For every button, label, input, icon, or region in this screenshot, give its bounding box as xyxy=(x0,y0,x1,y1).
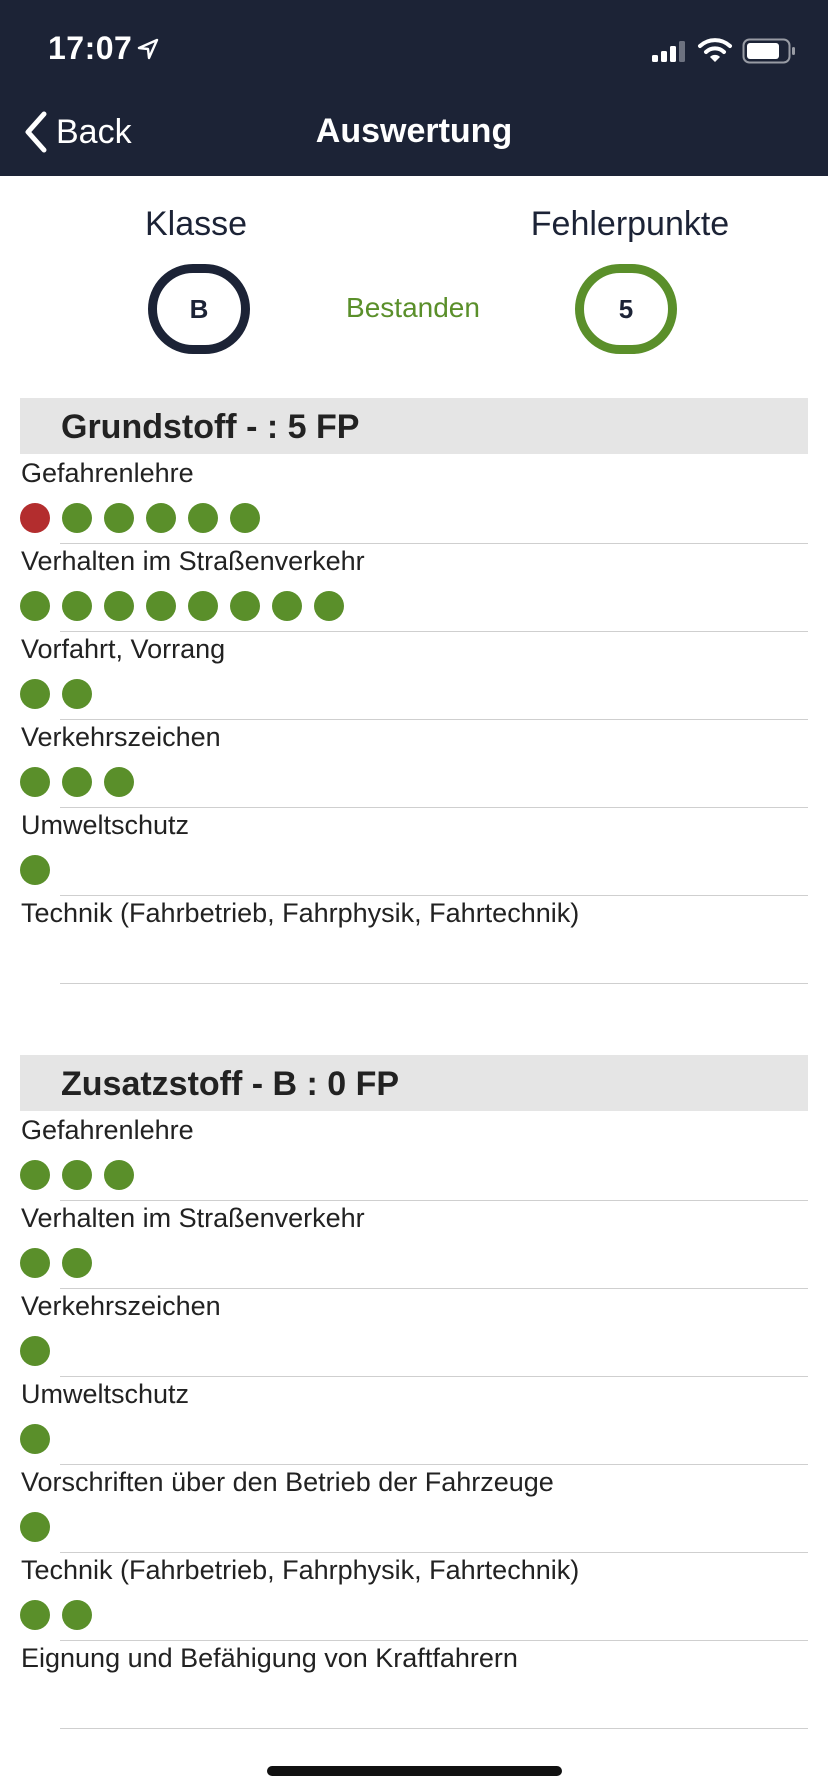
correct-answer-dot[interactable] xyxy=(104,503,134,533)
correct-answer-dot[interactable] xyxy=(314,591,344,621)
category-row: Vorschriften über den Betrieb der Fahrze… xyxy=(0,1464,828,1552)
correct-answer-dot[interactable] xyxy=(62,591,92,621)
question-results xyxy=(20,591,356,621)
correct-answer-dot[interactable] xyxy=(104,1160,134,1190)
battery-icon xyxy=(742,38,795,64)
category-row: Verhalten im Straßenverkehr xyxy=(0,543,828,631)
correct-answer-dot[interactable] xyxy=(62,767,92,797)
category-row: Umweltschutz xyxy=(0,1376,828,1464)
error-points-label: Fehlerpunkte xyxy=(530,205,730,243)
correct-answer-dot[interactable] xyxy=(20,679,50,709)
correct-answer-dot[interactable] xyxy=(104,767,134,797)
category-row: Eignung und Befähigung von Kraftfahrern xyxy=(0,1640,828,1728)
category-row: Verhalten im Straßenverkehr xyxy=(0,1200,828,1288)
category-label: Verhalten im Straßenverkehr xyxy=(21,1203,365,1233)
question-results xyxy=(20,1248,104,1278)
category-label: Gefahrenlehre xyxy=(21,1115,194,1145)
correct-answer-dot[interactable] xyxy=(62,1248,92,1278)
correct-answer-dot[interactable] xyxy=(230,503,260,533)
category-label: Vorfahrt, Vorrang xyxy=(21,634,226,664)
category-row: Gefahrenlehre xyxy=(0,1112,828,1200)
question-results xyxy=(20,1336,62,1366)
class-badge: B xyxy=(148,264,250,354)
correct-answer-dot[interactable] xyxy=(20,591,50,621)
correct-answer-dot[interactable] xyxy=(20,1336,50,1366)
row-divider xyxy=(60,983,808,984)
category-label: Verkehrszeichen xyxy=(21,722,221,752)
correct-answer-dot[interactable] xyxy=(62,679,92,709)
question-results xyxy=(20,1424,62,1454)
home-indicator[interactable] xyxy=(267,1766,562,1776)
correct-answer-dot[interactable] xyxy=(62,1600,92,1630)
correct-answer-dot[interactable] xyxy=(146,503,176,533)
category-label: Umweltschutz xyxy=(21,1379,190,1409)
nav-header: 17:07 Back Auswertung xyxy=(0,0,828,176)
correct-answer-dot[interactable] xyxy=(20,1424,50,1454)
correct-answer-dot[interactable] xyxy=(230,591,260,621)
category-label: Gefahrenlehre xyxy=(21,458,194,488)
question-results xyxy=(20,1600,104,1630)
wifi-icon xyxy=(698,38,732,62)
category-row: Verkehrszeichen xyxy=(0,1288,828,1376)
result-status: Bestanden xyxy=(346,292,480,323)
category-label: Umweltschutz xyxy=(21,810,190,840)
correct-answer-dot[interactable] xyxy=(20,1248,50,1278)
category-label: Technik (Fahrbetrieb, Fahrphysik, Fahrte… xyxy=(21,1555,580,1585)
class-label: Klasse xyxy=(144,205,248,243)
wrong-answer-dot[interactable] xyxy=(20,503,50,533)
category-label: Verhalten im Straßenverkehr xyxy=(21,546,365,576)
category-row: Technik (Fahrbetrieb, Fahrphysik, Fahrte… xyxy=(0,1552,828,1640)
correct-answer-dot[interactable] xyxy=(272,591,302,621)
category-label: Verkehrszeichen xyxy=(21,1291,221,1321)
correct-answer-dot[interactable] xyxy=(20,1160,50,1190)
question-results xyxy=(20,679,104,709)
section-header: Grundstoff - : 5 FP xyxy=(20,398,808,454)
question-results xyxy=(20,855,62,885)
correct-answer-dot[interactable] xyxy=(20,767,50,797)
category-row: Verkehrszeichen xyxy=(0,719,828,807)
question-results xyxy=(20,767,146,797)
correct-answer-dot[interactable] xyxy=(62,1160,92,1190)
category-row: Vorfahrt, Vorrang xyxy=(0,631,828,719)
question-results xyxy=(20,1512,62,1542)
correct-answer-dot[interactable] xyxy=(146,591,176,621)
category-row: Umweltschutz xyxy=(0,807,828,895)
correct-answer-dot[interactable] xyxy=(188,503,218,533)
status-time: 17:07 xyxy=(48,30,133,66)
cellular-signal-icon xyxy=(652,41,685,62)
correct-answer-dot[interactable] xyxy=(188,591,218,621)
error-points-badge: 5 xyxy=(575,264,677,354)
location-arrow-icon xyxy=(137,38,159,60)
category-row: Technik (Fahrbetrieb, Fahrphysik, Fahrte… xyxy=(0,895,828,983)
row-divider xyxy=(60,1728,808,1729)
correct-answer-dot[interactable] xyxy=(104,591,134,621)
category-label: Technik (Fahrbetrieb, Fahrphysik, Fahrte… xyxy=(21,898,580,928)
correct-answer-dot[interactable] xyxy=(20,1600,50,1630)
correct-answer-dot[interactable] xyxy=(62,503,92,533)
question-results xyxy=(20,503,272,533)
question-results xyxy=(20,1160,146,1190)
category-label: Vorschriften über den Betrieb der Fahrze… xyxy=(21,1467,554,1497)
page-title: Auswertung xyxy=(315,112,513,150)
category-label: Eignung und Befähigung von Kraftfahrern xyxy=(21,1643,518,1673)
correct-answer-dot[interactable] xyxy=(20,855,50,885)
section-header: Zusatzstoff - B : 0 FP xyxy=(20,1055,808,1111)
correct-answer-dot[interactable] xyxy=(20,1512,50,1542)
category-row: Gefahrenlehre xyxy=(0,455,828,543)
